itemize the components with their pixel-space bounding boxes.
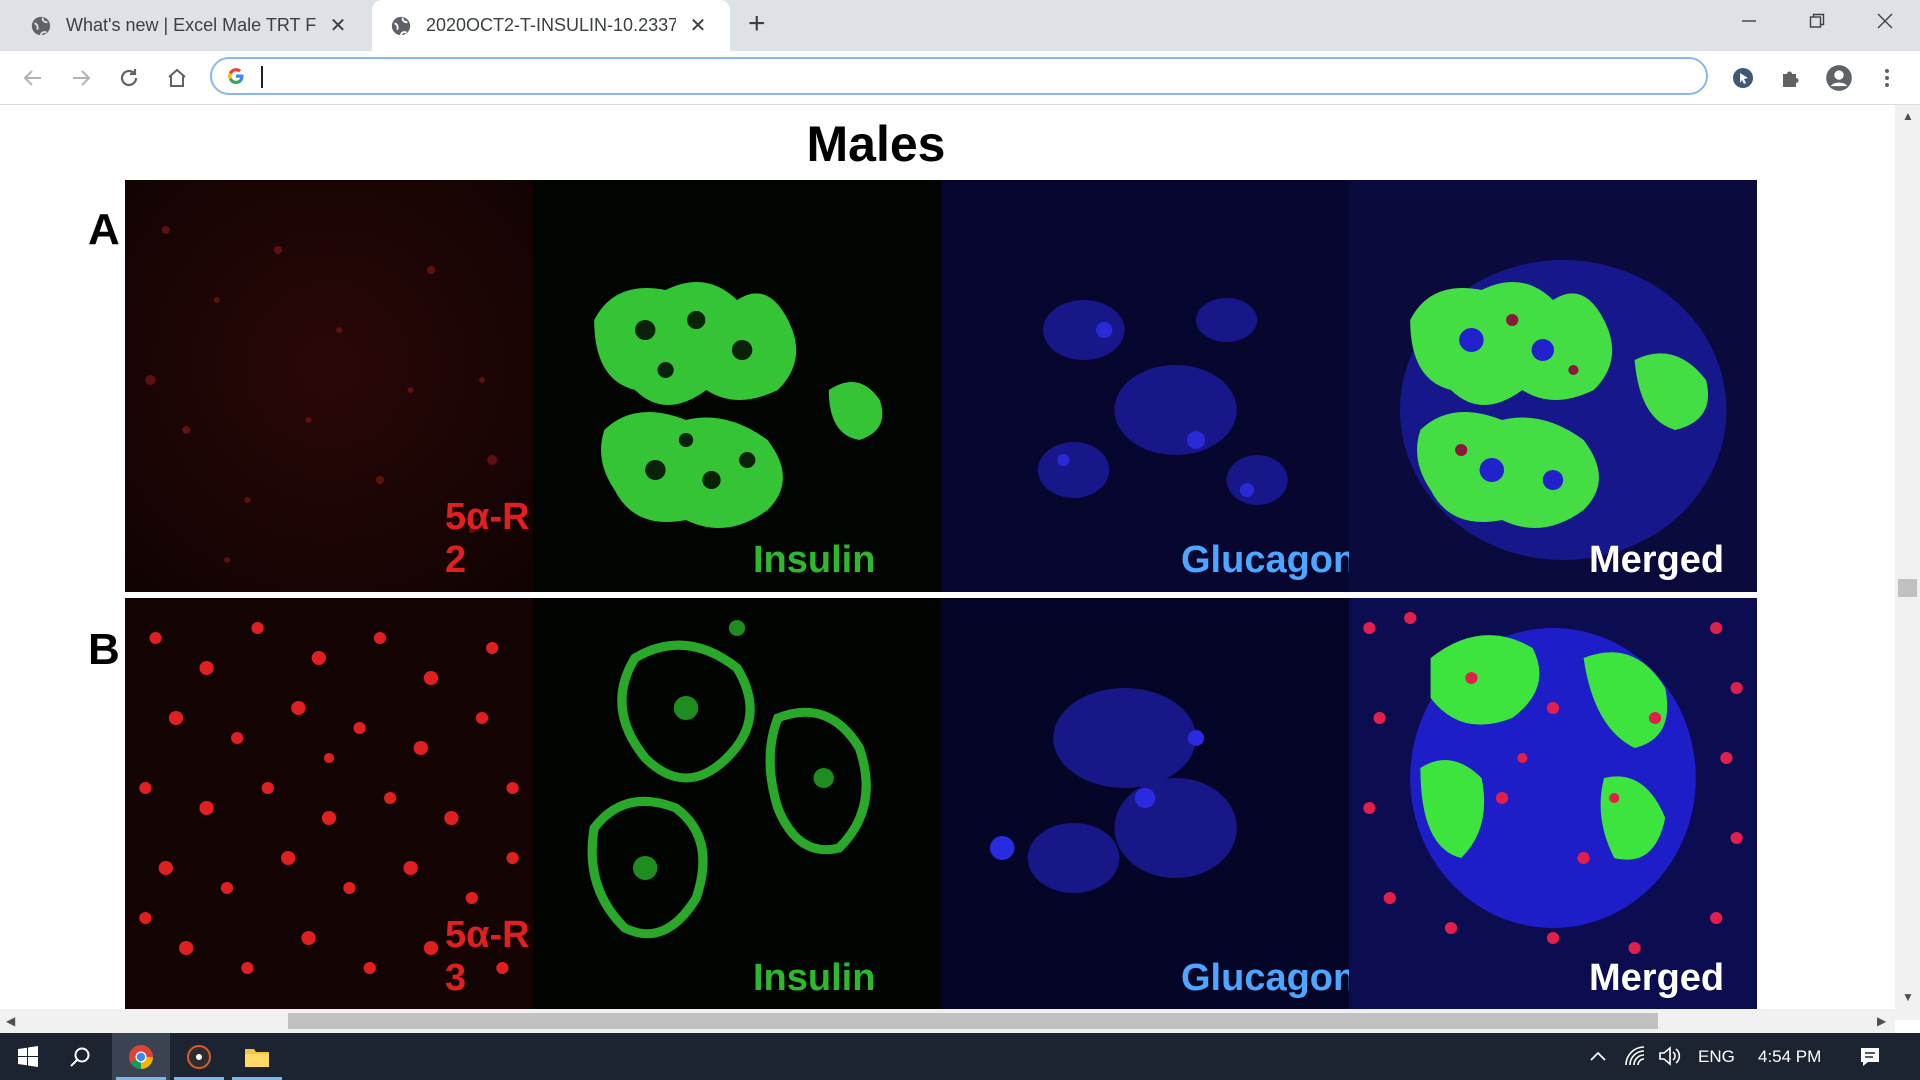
panel-a-merged: Merged bbox=[1349, 180, 1757, 592]
merged-channel-image bbox=[1349, 180, 1757, 592]
volume-icon[interactable] bbox=[1658, 1045, 1682, 1067]
media-player-icon bbox=[187, 1044, 211, 1069]
extensions-menu-button[interactable] bbox=[1774, 61, 1808, 95]
close-tab-icon[interactable]: ✕ bbox=[328, 13, 348, 38]
panel-label: Insulin bbox=[753, 539, 876, 581]
back-button[interactable] bbox=[16, 61, 50, 95]
chrome-icon bbox=[129, 1044, 153, 1069]
panel-b-5ar3: 5α-R 3 bbox=[125, 598, 533, 1010]
network-icon[interactable] bbox=[1624, 1045, 1646, 1067]
tab-insulin-paper[interactable]: 2020OCT2-T-INSULIN-10.2337@ ✕ bbox=[372, 0, 730, 51]
kebab-menu-icon bbox=[1885, 69, 1889, 87]
search-button[interactable] bbox=[52, 1033, 108, 1080]
panel-a-insulin: Insulin bbox=[533, 180, 941, 592]
panel-b-glucagon: Glucagon bbox=[941, 598, 1349, 1010]
browser-toolbar bbox=[0, 51, 1920, 105]
vertical-scroll-thumb[interactable] bbox=[1898, 579, 1917, 597]
windows-taskbar: ENG 4:54 PM bbox=[0, 1033, 1920, 1080]
vertical-scrollbar[interactable]: ▲ ▼ bbox=[1895, 105, 1920, 1020]
figure-row-a: 5α-R 2 Insulin Glucagon Merged bbox=[125, 180, 1757, 592]
puzzle-icon bbox=[1783, 71, 1799, 87]
profile-icon bbox=[1826, 65, 1852, 91]
panel-label: Merged bbox=[1589, 957, 1725, 999]
close-window-button[interactable] bbox=[1851, 0, 1919, 42]
row-label-b: B bbox=[88, 625, 120, 674]
windows-start-icon bbox=[18, 1045, 38, 1067]
green-channel-image bbox=[533, 598, 941, 1010]
new-tab-button[interactable]: + bbox=[748, 9, 766, 39]
scroll-right-icon[interactable]: ▶ bbox=[1877, 1014, 1886, 1028]
panel-label: 5α-R 2 bbox=[445, 496, 530, 581]
globe-icon bbox=[391, 16, 411, 35]
panel-label: Merged bbox=[1589, 539, 1725, 581]
figure-title: Males bbox=[806, 116, 946, 172]
google-g-icon bbox=[228, 68, 244, 84]
extension-button[interactable] bbox=[1726, 61, 1760, 95]
blue-channel-image bbox=[941, 180, 1349, 592]
close-icon bbox=[1877, 13, 1893, 29]
clock[interactable]: 4:54 PM bbox=[1758, 1047, 1821, 1067]
panel-label: 5α-R 3 bbox=[445, 914, 530, 999]
search-icon bbox=[70, 1047, 90, 1067]
notification-icon[interactable] bbox=[1858, 1045, 1882, 1069]
panel-a-glucagon: Glucagon bbox=[941, 180, 1349, 592]
panel-label: Glucagon bbox=[1181, 957, 1349, 999]
figure-row-b: 5α-R 3 Insulin Glucagon Merged bbox=[125, 598, 1757, 1010]
panel-a-5ar2: 5α-R 2 bbox=[125, 180, 533, 592]
minimize-icon bbox=[1742, 20, 1756, 22]
panel-label: Insulin bbox=[753, 957, 876, 999]
horizontal-scroll-thumb[interactable] bbox=[288, 1013, 1658, 1029]
address-bar[interactable] bbox=[210, 57, 1708, 95]
language-indicator[interactable]: ENG bbox=[1698, 1047, 1735, 1067]
home-button[interactable] bbox=[160, 61, 194, 95]
chevron-up-icon[interactable] bbox=[1588, 1049, 1608, 1063]
globe-icon bbox=[31, 16, 51, 35]
page-content: Males A 5α-R 2 Insulin Glucagon Merged B… bbox=[0, 105, 1895, 1020]
blue-channel-image bbox=[941, 598, 1349, 1010]
tab-excel-forum[interactable]: What's new | Excel Male TRT Forum ✕ bbox=[12, 0, 364, 51]
reload-icon bbox=[120, 69, 138, 87]
file-explorer-icon bbox=[245, 1048, 269, 1067]
menu-button[interactable] bbox=[1870, 61, 1904, 95]
arrow-left-icon bbox=[23, 70, 41, 86]
row-label-a: A bbox=[88, 205, 120, 254]
profile-button[interactable] bbox=[1822, 61, 1856, 95]
panel-b-insulin: Insulin bbox=[533, 598, 941, 1010]
forward-button[interactable] bbox=[64, 61, 98, 95]
scroll-down-icon[interactable]: ▼ bbox=[1902, 990, 1914, 1004]
taskbar-file-explorer[interactable] bbox=[228, 1033, 286, 1080]
tab-title: What's new | Excel Male TRT Forum bbox=[66, 15, 316, 35]
arrow-right-icon bbox=[73, 70, 91, 86]
panel-b-merged: Merged bbox=[1349, 598, 1757, 1010]
start-button[interactable] bbox=[0, 1033, 56, 1080]
restore-button[interactable] bbox=[1783, 0, 1851, 42]
address-input[interactable] bbox=[268, 64, 1672, 92]
merged-channel-image bbox=[1349, 598, 1757, 1010]
tab-title: 2020OCT2-T-INSULIN-10.2337@ bbox=[426, 15, 676, 35]
green-channel-image bbox=[533, 180, 941, 592]
text-caret bbox=[261, 66, 263, 88]
reload-button[interactable] bbox=[112, 61, 146, 95]
home-icon bbox=[168, 68, 186, 87]
panel-label: Glucagon bbox=[1181, 539, 1349, 581]
horizontal-scrollbar[interactable]: ◀ ▶ bbox=[0, 1009, 1895, 1033]
taskbar-chrome[interactable] bbox=[112, 1033, 170, 1080]
tab-strip: What's new | Excel Male TRT Forum ✕ 2020… bbox=[0, 0, 1920, 51]
scroll-up-icon[interactable]: ▲ bbox=[1902, 109, 1914, 123]
taskbar-media-player[interactable] bbox=[170, 1033, 228, 1080]
minimize-button[interactable] bbox=[1715, 0, 1783, 42]
scroll-left-icon[interactable]: ◀ bbox=[6, 1014, 15, 1028]
extension-icon bbox=[1733, 68, 1753, 88]
close-tab-icon[interactable]: ✕ bbox=[688, 13, 708, 38]
restore-icon bbox=[1809, 13, 1825, 28]
